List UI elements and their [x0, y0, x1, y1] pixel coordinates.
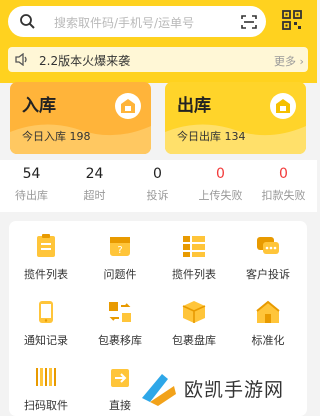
- stat-value: 24: [85, 166, 104, 182]
- search-input[interactable]: 搜索取件码/手机号/运单号: [54, 14, 194, 31]
- qr-code-icon[interactable]: [282, 10, 302, 30]
- speaker-icon: [15, 53, 27, 66]
- stack-list-icon: [183, 236, 205, 257]
- grid-item-label: 包裹移库: [98, 334, 142, 347]
- grid-item-label: 标准化: [251, 334, 285, 347]
- grid-item-label: 揽件列表: [24, 268, 68, 281]
- stat-pending-out[interactable]: 54 待出库: [0, 166, 63, 203]
- stat-value: 0: [279, 166, 288, 182]
- stat-value: 0: [153, 166, 162, 182]
- search-bar[interactable]: 搜索取件码/手机号/运单号: [8, 6, 266, 37]
- stat-complaint[interactable]: 0 投诉: [126, 166, 189, 203]
- problem-box-icon: ?: [110, 237, 130, 256]
- parcel-inventory-icon: [182, 301, 206, 323]
- outbound-today: 今日出库 134: [177, 130, 246, 143]
- grid-item-notify-records[interactable]: 通知记录: [9, 297, 83, 348]
- grid-item-label: 问题件: [103, 268, 137, 281]
- grid-item-problem[interactable]: ? 问题件: [83, 231, 157, 282]
- move-parcel-icon: [109, 302, 131, 322]
- inbound-card[interactable]: 入库 今日入库 198: [10, 82, 151, 154]
- notice-bar[interactable]: 2.2版本火爆来袭 更多 ›: [8, 47, 308, 72]
- grid-item-customer-complaint[interactable]: 客户投诉: [231, 231, 305, 282]
- warehouse-in-icon: [115, 93, 141, 119]
- stat-label: 上传失败: [198, 189, 243, 202]
- chat-complaint-icon: [257, 237, 279, 254]
- watermark: 欧凯手游网: [128, 362, 317, 416]
- stat-label: 投诉: [146, 189, 169, 202]
- grid-item-parcel-inventory[interactable]: 包裹盘库: [157, 297, 231, 348]
- stat-timeout[interactable]: 24 超时: [63, 166, 126, 203]
- grid-item-label: 包裹盘库: [172, 334, 216, 347]
- warehouse-out-icon: [270, 93, 296, 119]
- stat-label: 扣款失败: [261, 189, 306, 202]
- grid-item-pickup-list-2[interactable]: 揽件列表: [157, 231, 231, 282]
- grid-item-label: 客户投诉: [246, 268, 290, 281]
- inbound-title: 入库: [22, 96, 56, 116]
- svg-text:?: ?: [117, 245, 122, 256]
- search-icon: [20, 14, 35, 29]
- barcode-scan-icon: [36, 368, 56, 386]
- watermark-text: 欧凯手游网: [184, 379, 285, 401]
- stat-upload-failed[interactable]: 0 上传失败: [189, 166, 252, 203]
- grid-item-standardize[interactable]: 标准化: [231, 297, 305, 348]
- stats-row: 54 待出库 24 超时 0 投诉 0 上传失败 0 扣款失败: [0, 160, 317, 212]
- stat-charge-failed[interactable]: 0 扣款失败: [252, 166, 315, 203]
- outbound-card[interactable]: 出库 今日出库 134: [165, 82, 306, 154]
- grid-item-pickup-list[interactable]: 揽件列表: [9, 231, 83, 282]
- grid-item-label: 揽件列表: [172, 268, 216, 281]
- stat-label: 待出库: [15, 189, 48, 202]
- stat-value: 54: [22, 166, 41, 182]
- list-clipboard-icon: [37, 234, 55, 257]
- watermark-logo: [142, 374, 176, 406]
- grid-item-scan-pickup[interactable]: 扫码取件: [9, 362, 83, 413]
- outbound-title: 出库: [177, 96, 211, 116]
- inbound-today: 今日入库 198: [22, 130, 91, 143]
- scan-icon[interactable]: [241, 15, 257, 29]
- house-standard-icon: [256, 300, 280, 323]
- grid-item-move-parcel[interactable]: 包裹移库: [83, 297, 157, 348]
- grid-item-label: 通知记录: [24, 334, 68, 347]
- stat-label: 超时: [83, 189, 106, 202]
- grid-item-label: 扫码取件: [24, 399, 68, 412]
- stat-value: 0: [216, 166, 225, 182]
- phone-notify-icon: [39, 301, 53, 323]
- notice-more-link[interactable]: 更多 ›: [274, 53, 304, 69]
- notice-text: 2.2版本火爆来袭: [39, 54, 131, 68]
